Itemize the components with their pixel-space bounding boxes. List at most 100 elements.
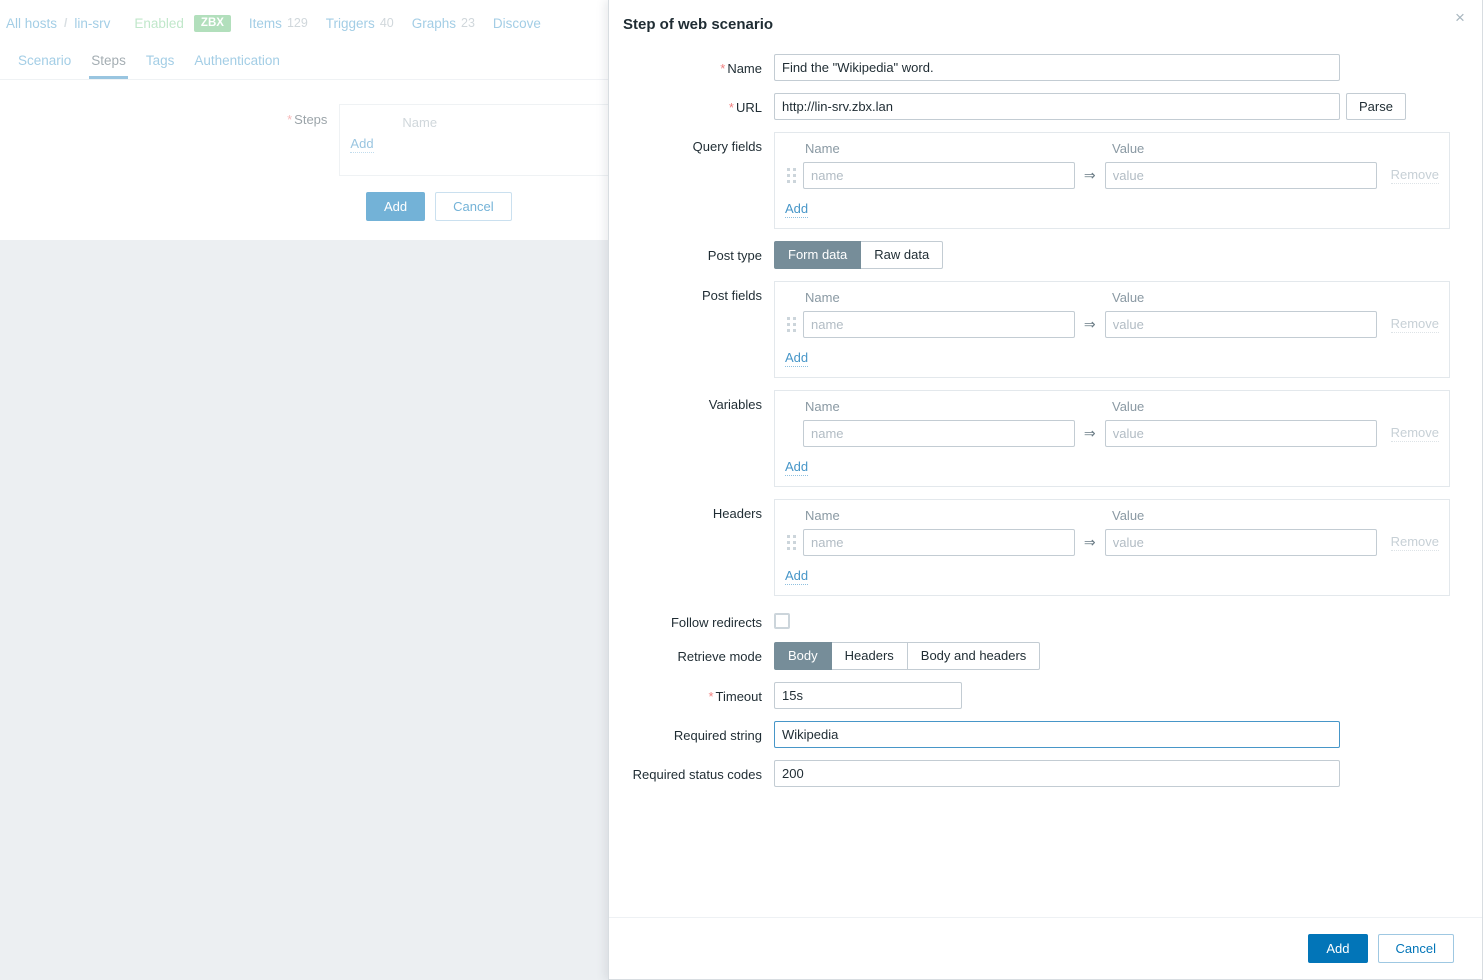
field-row-required-string: Required string	[609, 721, 1482, 748]
breadcrumb-items-link[interactable]: Items	[249, 16, 282, 31]
background-form-buttons: Add Cancel	[366, 192, 512, 221]
variable-value-input[interactable]	[1104, 420, 1377, 447]
steps-add-link[interactable]: Add	[350, 136, 374, 153]
query-field-name-input[interactable]	[802, 162, 1075, 189]
dialog-add-button[interactable]: Add	[1308, 934, 1368, 963]
name-label: * Name	[609, 54, 774, 76]
agent-availability-badge[interactable]: ZBX	[193, 14, 231, 32]
timeout-input[interactable]	[774, 682, 962, 709]
required-status-codes-input[interactable]	[774, 760, 1340, 787]
post-fields-col-name: Name	[805, 290, 840, 305]
required-string-input[interactable]	[774, 721, 1340, 748]
items-count: 129	[286, 16, 308, 30]
post-field-name-input[interactable]	[802, 311, 1075, 338]
required-marker: *	[728, 100, 734, 115]
query-fields-label: Query fields	[692, 139, 762, 154]
field-row-required-status-codes: Required status codes	[609, 760, 1482, 787]
variables-row: ⇒ Remove	[785, 418, 1440, 451]
follow-redirects-checkbox[interactable]	[774, 613, 790, 629]
query-fields-row: ⇒ Remove	[785, 160, 1440, 193]
close-icon[interactable]: ×	[1448, 6, 1472, 30]
tab-scenario[interactable]: Scenario	[8, 50, 81, 79]
breadcrumb-triggers-link[interactable]: Triggers	[326, 16, 375, 31]
drag-handle-icon[interactable]	[785, 314, 799, 336]
retrieve-mode-option-headers[interactable]: Headers	[831, 642, 908, 670]
drag-handle-icon[interactable]	[785, 165, 799, 187]
background-cancel-button[interactable]: Cancel	[435, 192, 512, 221]
variables-col-value: Value	[1112, 399, 1145, 414]
step-of-web-scenario-dialog: Step of web scenario × *Name *URL Parse …	[608, 0, 1483, 980]
maps-to-arrow-icon: ⇒	[1083, 425, 1096, 441]
drag-handle-icon[interactable]	[785, 532, 799, 554]
headers-add-link[interactable]: Add	[785, 568, 809, 585]
field-row-query-fields: Query fields Name Value ⇒ Remove	[609, 132, 1482, 229]
header-name-input[interactable]	[802, 529, 1075, 556]
tab-steps[interactable]: Steps	[81, 50, 136, 79]
breadcrumb: All hosts / lin-srv Enabled ZBX Items 12…	[6, 12, 546, 34]
tab-authentication[interactable]: Authentication	[184, 50, 290, 79]
retrieve-mode-segmented-control: Body Headers Body and headers	[774, 642, 1041, 670]
variables-add-link[interactable]: Add	[785, 459, 809, 476]
field-row-post-type: Post type Form data Raw data	[609, 241, 1482, 269]
follow-redirects-label: Follow redirects	[670, 615, 762, 630]
retrieve-mode-label: Retrieve mode	[677, 649, 762, 664]
dialog-body: *Name *URL Parse Query fields Name	[609, 54, 1482, 787]
required-status-codes-label: Required status codes	[632, 767, 762, 782]
dialog-cancel-button[interactable]: Cancel	[1377, 934, 1454, 963]
header-value-input[interactable]	[1104, 529, 1377, 556]
steps-table: Name Add	[339, 104, 620, 176]
url-label: * URL	[609, 93, 774, 115]
tab-tags[interactable]: Tags	[136, 50, 185, 79]
post-field-remove-link[interactable]: Remove	[1390, 316, 1440, 333]
maps-to-arrow-icon: ⇒	[1083, 534, 1096, 550]
query-fields-add-link[interactable]: Add	[785, 201, 809, 218]
name-input[interactable]	[774, 54, 1340, 81]
parse-button[interactable]: Parse	[1346, 93, 1406, 120]
breadcrumb-discovery-link[interactable]: Discove	[493, 16, 541, 31]
query-field-remove-link[interactable]: Remove	[1390, 167, 1440, 184]
steps-label-text: Steps	[294, 112, 328, 127]
field-row-follow-redirects: Follow redirects	[609, 608, 1482, 630]
required-string-label: Required string	[673, 728, 762, 743]
headers-col-value: Value	[1112, 508, 1145, 523]
background-add-button[interactable]: Add	[366, 192, 426, 221]
breadcrumb-graphs-link[interactable]: Graphs	[412, 16, 456, 31]
required-marker: *	[287, 112, 293, 127]
breadcrumb-host-link[interactable]: lin-srv	[74, 16, 110, 31]
retrieve-mode-option-body[interactable]: Body	[774, 642, 832, 670]
field-row-headers: Headers Name Value ⇒ Remove Ad	[609, 499, 1482, 596]
headers-row: ⇒ Remove	[785, 527, 1440, 560]
headers-table: Name Value ⇒ Remove Add	[774, 499, 1450, 596]
field-row-retrieve-mode: Retrieve mode Body Headers Body and head…	[609, 642, 1482, 670]
post-field-value-input[interactable]	[1104, 311, 1377, 338]
url-input[interactable]	[774, 93, 1340, 120]
field-row-name: * Name	[609, 54, 1482, 81]
field-row-variables: Variables Name Value ⇒ Remove	[609, 390, 1482, 487]
steps-table-column-name: Name	[402, 115, 438, 130]
post-type-label: Post type	[707, 248, 762, 263]
query-fields-col-value: Value	[1112, 141, 1145, 156]
dialog-footer: Add Cancel	[609, 917, 1482, 979]
post-type-option-form-data[interactable]: Form data	[774, 241, 862, 269]
variables-table: Name Value ⇒ Remove Add	[774, 390, 1450, 487]
name-label-text: Name	[727, 61, 762, 76]
field-row-timeout: * Timeout	[609, 682, 1482, 709]
headers-col-name: Name	[805, 508, 840, 523]
post-fields-add-link[interactable]: Add	[785, 350, 809, 367]
header-remove-link[interactable]: Remove	[1390, 534, 1440, 551]
post-fields-table: Name Value ⇒ Remove Add	[774, 281, 1450, 378]
breadcrumb-separator: /	[64, 16, 68, 30]
headers-label: Headers	[712, 506, 762, 521]
variables-header: Name Value	[785, 399, 1439, 418]
variable-name-input[interactable]	[802, 420, 1075, 447]
query-field-value-input[interactable]	[1104, 162, 1377, 189]
retrieve-mode-option-body-and-headers[interactable]: Body and headers	[907, 642, 1041, 670]
post-type-option-raw-data[interactable]: Raw data	[861, 241, 944, 269]
query-fields-header: Name Value	[785, 141, 1439, 160]
post-fields-col-value: Value	[1112, 290, 1145, 305]
variable-remove-link[interactable]: Remove	[1390, 425, 1440, 442]
post-fields-label: Post fields	[702, 288, 762, 303]
breadcrumb-all-hosts-link[interactable]: All hosts	[6, 16, 57, 31]
maps-to-arrow-icon: ⇒	[1083, 167, 1096, 183]
